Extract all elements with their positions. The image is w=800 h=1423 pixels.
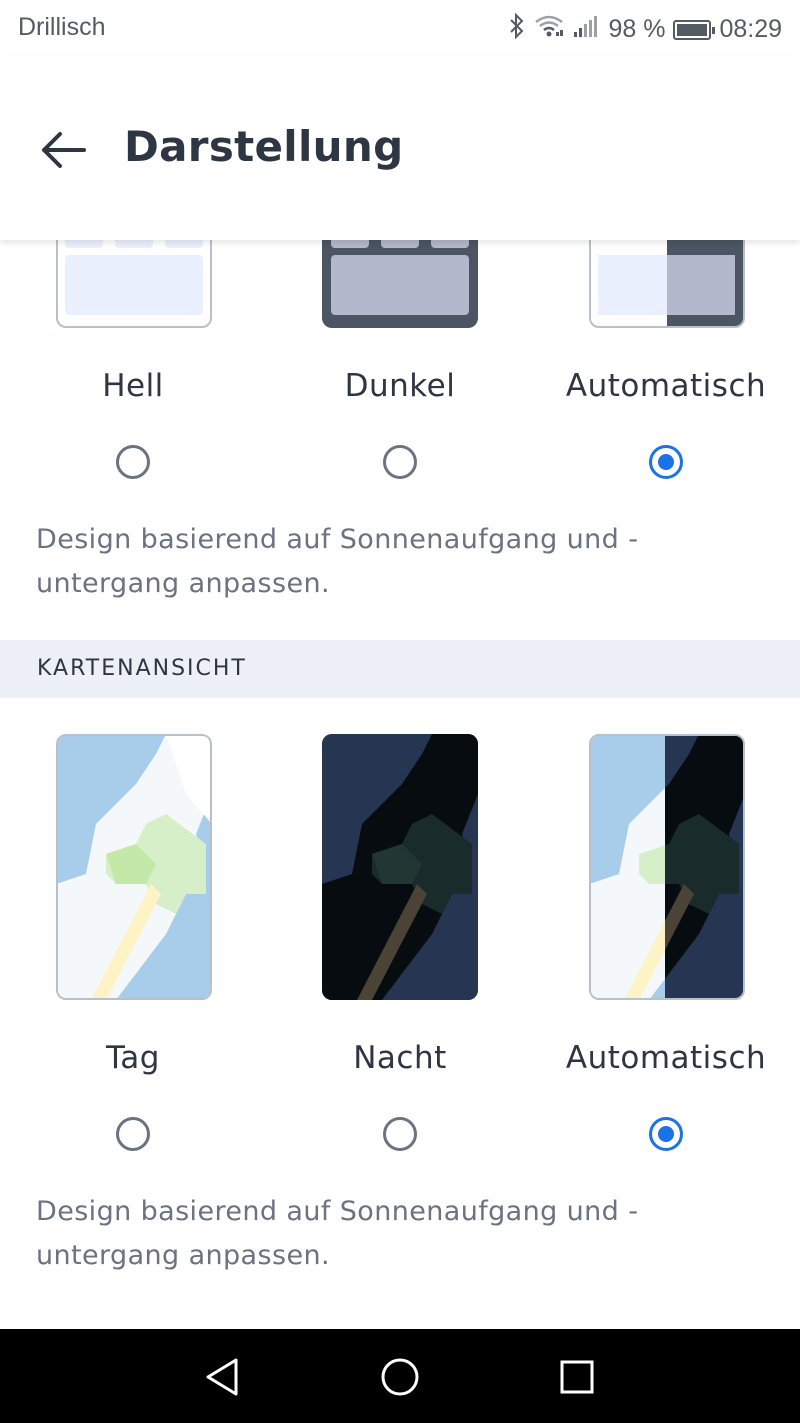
theme-radio-automatisch[interactable] [649,445,683,479]
page-title: Darstellung [124,122,404,171]
signal-icon [572,14,600,45]
system-nav-bar [0,1329,800,1423]
map-radio-tag[interactable] [116,1117,150,1151]
battery-percent: 98 % [608,15,666,43]
arrow-left-icon [42,132,86,168]
option-label: Hell [102,368,164,404]
nav-recents-button[interactable] [552,1352,602,1402]
theme-preview-light[interactable] [56,240,212,328]
screen: Drillisch 98 % 08:29 Darstellung Hell Du… [0,0,800,1423]
map-preview-auto[interactable] [589,734,745,1000]
battery-icon [673,19,716,40]
map-radio-nacht[interactable] [383,1117,417,1151]
option-label: Automatisch [565,1040,767,1076]
option-label: Nacht [353,1040,447,1076]
back-button[interactable] [36,122,92,178]
theme-radio-hell[interactable] [116,445,150,479]
status-bar: Drillisch 98 % 08:29 [0,0,800,56]
theme-preview-dark[interactable] [322,240,478,328]
theme-radio-dunkel[interactable] [383,445,417,479]
carrier-name: Drillisch [18,13,106,41]
map-description: Design basierend auf Sonnenaufgang und -… [36,1196,639,1271]
section-title: KARTENANSICHT [37,656,247,681]
nav-back-button[interactable] [198,1352,248,1402]
theme-description: Design basierend auf Sonnenaufgang und -… [36,524,639,599]
option-label: Dunkel [344,368,456,404]
nav-home-button[interactable] [375,1352,425,1402]
map-radio-automatisch[interactable] [649,1117,683,1151]
status-icons: 98 % 08:29 [508,12,782,46]
clock: 08:29 [719,15,782,43]
settings-content[interactable]: Hell Dunkel Automatisch Design basierend… [0,240,800,1329]
app-bar: Darstellung [0,56,800,240]
map-preview-night[interactable] [322,734,478,1000]
option-label: Automatisch [565,368,767,404]
map-preview-day[interactable] [56,734,212,1000]
bluetooth-icon [508,12,526,46]
section-header-map-view: KARTENANSICHT [0,640,800,698]
wifi-icon [534,14,564,45]
theme-preview-auto[interactable] [589,240,745,328]
option-label: Tag [106,1040,160,1076]
home-circle-icon [381,1358,419,1396]
recents-square-icon [560,1360,594,1394]
back-triangle-icon [206,1358,238,1396]
